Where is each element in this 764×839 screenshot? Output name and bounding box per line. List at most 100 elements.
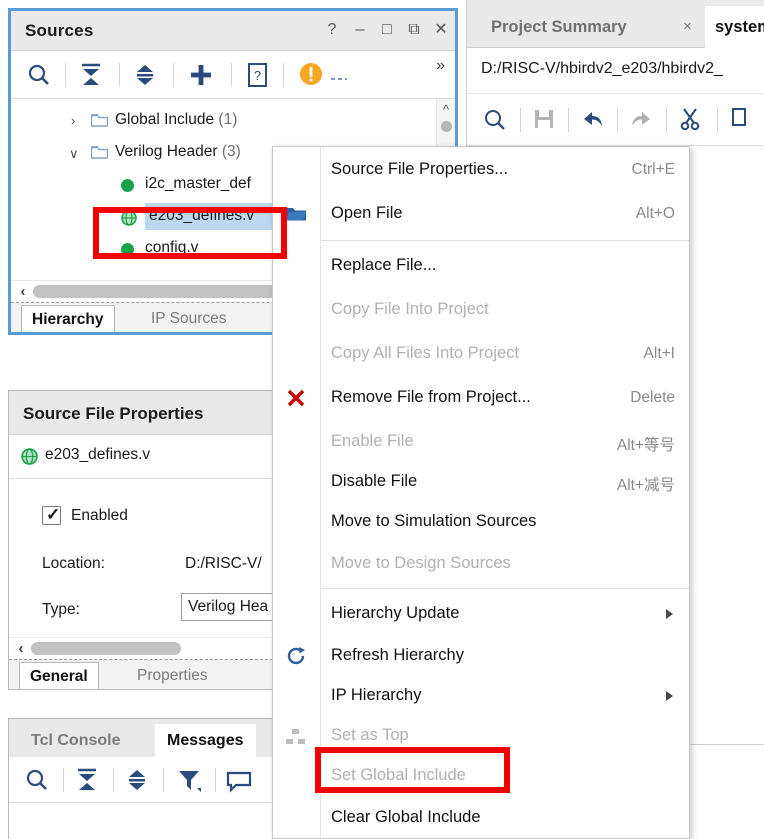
more-icon[interactable] [329,69,357,97]
chevron-right-icon[interactable]: › [71,113,85,128]
menu-item-move-to-simulation-sources[interactable]: Move to Simulation Sources [273,503,689,543]
submenu-arrow-icon [666,691,673,701]
menu-item-hierarchy-update[interactable]: Hierarchy Update [273,595,689,635]
cut-icon[interactable] [677,106,705,134]
tab-system-label: system. [715,18,764,36]
scroll-up-icon[interactable]: ^ [437,101,455,118]
menu-item-set-global-include: Set Global Include [273,757,689,797]
undo-icon[interactable] [579,106,607,134]
tab-ip-sources[interactable]: IP Sources [141,305,237,332]
open-folder-icon [285,205,307,225]
source-file-properties-horizontal-scrollbar[interactable]: ‹ [9,637,283,659]
collapse-all-icon[interactable] [73,766,101,794]
expand-all-icon[interactable] [123,766,151,794]
menu-item-label: Disable File [331,472,418,490]
menu-item-label: IP Hierarchy [331,686,422,704]
collapse-all-icon[interactable] [77,61,105,89]
vivado-screenshot: Project Summary × system. D:/RISC-V/hbir… [0,0,764,839]
hierarchy-icon [285,729,307,749]
menu-item-label: Open File [331,204,403,222]
source-file-properties-title: Source File Properties [23,404,204,423]
menu-separator [321,588,689,589]
editor-toolbar [467,94,764,146]
menu-item-label: Source File Properties... [331,160,508,178]
tree-item-global-include[interactable]: › Global Include (1) [11,105,455,136]
menu-item-label: Set Global Include [331,766,466,784]
message-icon[interactable] [225,766,253,794]
search-icon[interactable] [481,106,509,134]
menu-item-label: Clear Global Include [331,808,481,826]
source-file-properties-file-name: e203_defines.v [45,446,151,463]
copy-icon[interactable] [729,106,757,134]
menu-item-ip-hierarchy[interactable]: IP Hierarchy [273,677,689,717]
search-icon[interactable] [25,61,53,89]
scrollbar-thumb[interactable] [31,642,181,655]
source-file-properties-title-bar: Source File Properties [9,391,283,435]
menu-item-shortcut: Alt+O [635,205,675,222]
menu-item-replace-file[interactable]: Replace File... [273,247,689,287]
menu-item-open-file[interactable]: Open File Alt+O [273,195,689,235]
warning-icon[interactable] [298,61,326,89]
console-body[interactable] [9,803,283,839]
global-include-icon [21,448,38,465]
search-icon[interactable] [23,766,51,794]
tree-item-label: config.v [145,239,199,256]
menu-item-label: Hierarchy Update [331,604,460,622]
minimize-icon[interactable]: – [349,19,371,41]
menu-item-clear-global-include[interactable]: Clear Global Include [273,799,689,839]
menu-item-shortcut: Delete [630,389,675,406]
menu-item-label: Refresh Hierarchy [331,646,464,664]
tab-messages[interactable]: Messages [155,724,256,757]
redo-icon[interactable] [627,106,655,134]
folder-icon [90,113,109,127]
menu-separator [321,240,689,241]
tab-properties[interactable]: Properties [127,662,218,689]
chevron-down-icon[interactable]: ∨ [69,146,83,161]
type-value: Verilog Hea [188,598,269,615]
context-menu[interactable]: Source File Properties... Ctrl+E Open Fi… [272,146,690,839]
menu-item-shortcut: Alt+减号 [616,477,675,494]
location-value: D:/RISC-V/ [185,555,262,572]
scroll-left-icon[interactable]: ‹ [15,282,31,302]
menu-item-source-file-properties[interactable]: Source File Properties... Ctrl+E [273,151,689,191]
tab-tcl-console[interactable]: Tcl Console [19,724,133,757]
menu-item-label: Move to Design Sources [331,554,511,572]
enabled-checkbox[interactable]: ✓ [42,505,61,525]
report-icon[interactable]: ? [245,61,273,89]
tree-item-label: Verilog Header (3) [115,143,241,160]
tab-project-summary[interactable]: Project Summary [481,6,637,48]
tab-general[interactable]: General [19,662,99,689]
menu-item-disable-file[interactable]: Disable File Alt+减号 [273,463,689,503]
refresh-icon [285,645,307,665]
scrollbar-thumb[interactable] [441,121,452,132]
float-icon[interactable]: ⧉ [403,19,425,41]
svg-text:?: ? [254,68,261,83]
help-icon[interactable]: ? [321,19,343,41]
tab-hierarchy[interactable]: Hierarchy [21,305,115,332]
menu-item-set-as-top: Set as Top [273,717,689,757]
tab-project-summary-close-icon[interactable]: × [683,18,692,35]
type-label: Type: [42,601,80,618]
toolbar-overflow-icon[interactable]: » [436,57,445,75]
close-icon[interactable]: ✕ [430,19,452,41]
tab-system[interactable]: system. [705,6,764,48]
menu-item-label: Copy File Into Project [331,300,489,318]
menu-item-remove-file-from-project[interactable]: Remove File from Project... Delete [273,379,689,419]
scroll-left-icon[interactable]: ‹ [13,639,29,659]
tab-hierarchy-label: Hierarchy [32,311,104,328]
filter-icon[interactable] [175,766,203,794]
menu-item-shortcut: Alt+I [643,345,675,362]
menu-item-refresh-hierarchy[interactable]: Refresh Hierarchy [273,637,689,677]
add-sources-icon[interactable] [187,61,215,89]
save-icon[interactable] [531,106,559,134]
menu-item-copy-all-files-into-project: Copy All Files Into Project Alt+I [273,335,689,375]
tree-item-label: i2c_master_def [145,175,251,192]
tab-project-summary-label: Project Summary [491,18,627,36]
location-label: Location: [42,555,105,572]
source-file-properties-tab-bar: General Properties [9,659,283,689]
console-toolbar [9,757,283,803]
source-file-properties-file-row: e203_defines.v [9,435,283,479]
maximize-icon[interactable]: □ [376,19,398,41]
tree-item-count: (3) [221,143,241,160]
expand-all-icon[interactable] [131,61,159,89]
